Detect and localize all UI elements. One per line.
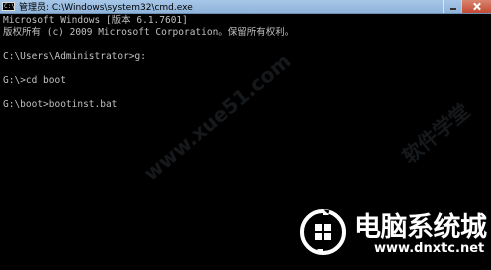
title-bar[interactable]: C:\ 管理员: C:\Windows\system32\cmd.exe: [0, 0, 491, 14]
console-line: C:\Users\Administrator>g:: [3, 51, 146, 62]
window-title: 管理员: C:\Windows\system32\cmd.exe: [19, 3, 193, 13]
console-line: Microsoft Windows [版本 6.1.7601]: [3, 15, 188, 26]
console-line: 版权所有 (c) 2009 Microsoft Corporation。保留所有…: [3, 27, 295, 38]
console-icon[interactable]: C:\: [2, 2, 15, 11]
brand-logo-icon: [300, 209, 346, 255]
close-button[interactable]: [461, 0, 491, 13]
brand-url: www.dnxtc.net: [374, 241, 485, 256]
brand-overlay: 电脑系统城 www.dnxtc.net: [286, 196, 491, 270]
cmd-window: C:\ 管理员: C:\Windows\system32\cmd.exe Mic…: [0, 0, 491, 270]
window-controls: [443, 0, 491, 13]
brand-name: 电脑系统城: [354, 212, 487, 243]
minimize-button[interactable]: [443, 0, 461, 13]
